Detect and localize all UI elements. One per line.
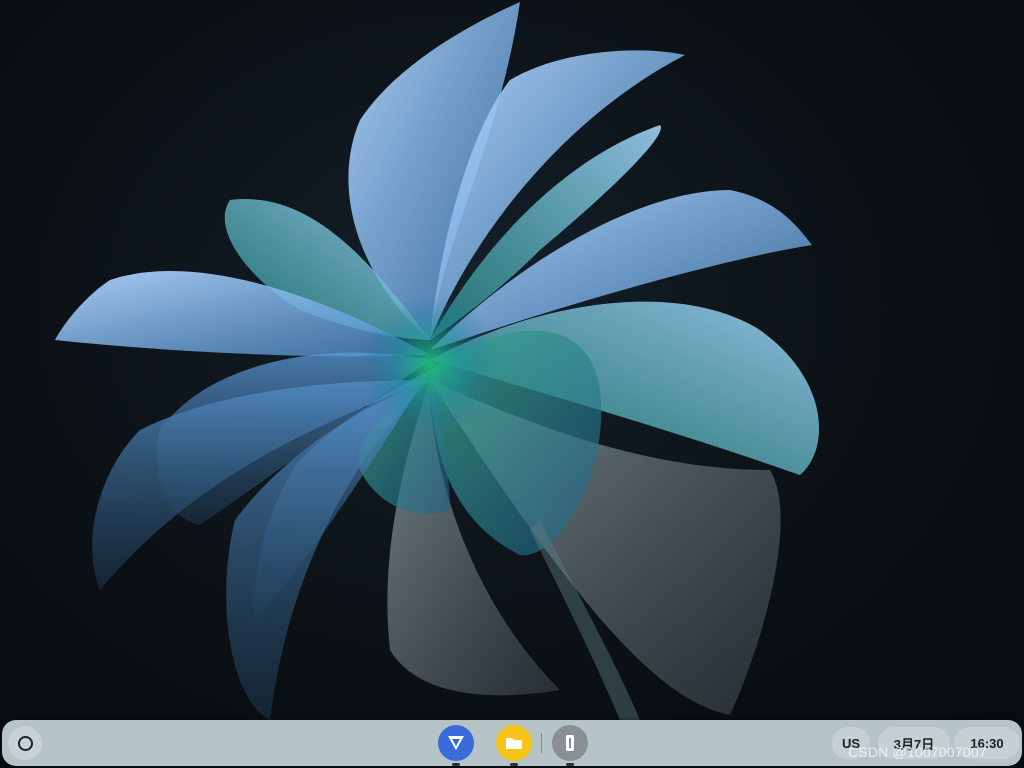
shelf: US 3月7日 16:30 [2,720,1022,766]
shelf-app-files[interactable] [496,725,532,766]
running-indicator [510,763,518,766]
shelf-app-terminal[interactable] [552,725,588,766]
ime-label: US [841,735,861,751]
running-indicator [566,763,574,766]
date-label: 3月7日 [893,736,935,752]
launcher-button[interactable] [8,726,42,760]
clock-tray[interactable]: 16:30 [954,727,1020,759]
running-indicator [452,763,460,766]
time-label: 16:30 [970,735,1004,751]
date-tray[interactable]: 3月7日 [878,727,950,759]
shelf-app-arrow[interactable] [438,725,474,766]
ime-indicator[interactable]: US [832,727,870,759]
launcher-circle-icon [17,735,33,751]
shelf-divider [541,733,542,753]
terminal-icon [566,735,574,751]
desktop: US 3月7日 16:30 CSDN @1007007007 [0,0,1024,768]
folder-icon [506,738,522,749]
flower-wallpaper [55,2,820,720]
arrow-app-icon [448,736,464,750]
